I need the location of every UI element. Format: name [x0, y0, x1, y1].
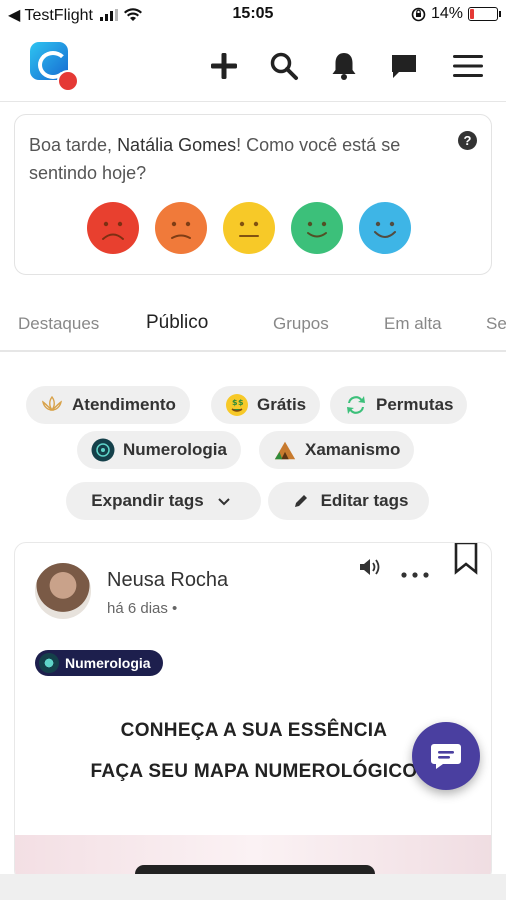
- lotus-icon: [40, 393, 64, 417]
- money-face-icon: $ $: [225, 393, 249, 417]
- app-header: [0, 30, 506, 102]
- tabs-divider: [0, 350, 506, 352]
- tag-xamanismo[interactable]: Xamanismo: [259, 431, 415, 469]
- tab-em-alta[interactable]: Em alta: [384, 314, 442, 334]
- edit-tags-button[interactable]: Editar tags: [268, 482, 429, 520]
- post-card: Neusa Rocha há 6 dias • Numerologia CONH…: [14, 542, 492, 882]
- tag-label: Numerologia: [123, 440, 227, 459]
- chevron-down-icon: [212, 489, 236, 513]
- feed-tabs: Destaques Público Grupos Em alta Se: [0, 296, 506, 352]
- greeting-prefix: Boa tarde,: [29, 135, 118, 155]
- battery-icon: [468, 7, 501, 21]
- expand-tags-button[interactable]: Expandir tags: [66, 482, 261, 520]
- tag-label: Xamanismo: [305, 440, 401, 459]
- user-name: Natália Gomes: [117, 135, 237, 155]
- help-icon[interactable]: ?: [458, 131, 477, 150]
- menu-icon[interactable]: [450, 48, 486, 84]
- tag-numerologia[interactable]: Numerologia: [77, 431, 241, 469]
- mood-faces: [87, 202, 411, 254]
- battery-percent: 14%: [430, 5, 463, 22]
- bookmark-icon[interactable]: [452, 543, 480, 580]
- chat-fab-button[interactable]: [412, 722, 480, 790]
- tag-label: Permutas: [376, 395, 454, 414]
- bottom-bar: [0, 874, 506, 900]
- expand-tags-label: Expandir tags: [91, 491, 204, 510]
- tab-grupos[interactable]: Grupos: [273, 314, 329, 334]
- post-tag[interactable]: Numerologia: [35, 650, 163, 676]
- numerology-icon: [39, 653, 59, 673]
- tag-label: Grátis: [257, 395, 307, 414]
- mood-face-very-happy[interactable]: [359, 202, 411, 254]
- more-options-icon[interactable]: [399, 561, 431, 586]
- mood-face-happy[interactable]: [291, 202, 343, 254]
- post-tag-label: Numerologia: [65, 655, 151, 671]
- avatar[interactable]: [35, 563, 91, 619]
- bell-icon[interactable]: [326, 48, 362, 84]
- status-bar: ◀ TestFlight 15:05 14%: [0, 0, 506, 30]
- mood-face-neutral[interactable]: [223, 202, 275, 254]
- status-right: 14%: [411, 5, 501, 23]
- campfire-icon: [273, 438, 297, 462]
- mood-card: Boa tarde, Natália Gomes! Como você está…: [14, 114, 492, 275]
- search-icon[interactable]: [266, 48, 302, 84]
- edit-tags-label: Editar tags: [320, 491, 409, 510]
- orientation-lock-icon: [411, 7, 426, 21]
- tab-se[interactable]: Se: [486, 314, 506, 334]
- chat-bubble-icon: [431, 744, 461, 769]
- plus-icon[interactable]: [206, 48, 242, 84]
- tag-permutas[interactable]: Permutas: [330, 386, 468, 424]
- header-divider: [0, 101, 506, 102]
- tag-gratis[interactable]: $ $ Grátis: [211, 386, 321, 424]
- pencil-icon: [289, 489, 313, 513]
- post-time: há 6 dias •: [107, 600, 178, 617]
- tab-destaques[interactable]: Destaques: [18, 314, 99, 334]
- tag-atendimento[interactable]: Atendimento: [26, 386, 190, 424]
- chat-icon[interactable]: [386, 48, 422, 84]
- mood-face-sad[interactable]: [155, 202, 207, 254]
- post-author[interactable]: Neusa Rocha: [107, 569, 228, 592]
- speaker-icon[interactable]: [357, 555, 383, 584]
- numerology-icon: [91, 438, 115, 462]
- svg-text:$: $: [238, 398, 244, 407]
- mood-face-very-sad[interactable]: [87, 202, 139, 254]
- notification-dot: [57, 70, 79, 92]
- recycle-icon: [344, 393, 368, 417]
- greeting-text: Boa tarde, Natália Gomes! Como você está…: [29, 131, 449, 187]
- tab-publico[interactable]: Público: [146, 312, 208, 334]
- tag-label: Atendimento: [72, 395, 176, 414]
